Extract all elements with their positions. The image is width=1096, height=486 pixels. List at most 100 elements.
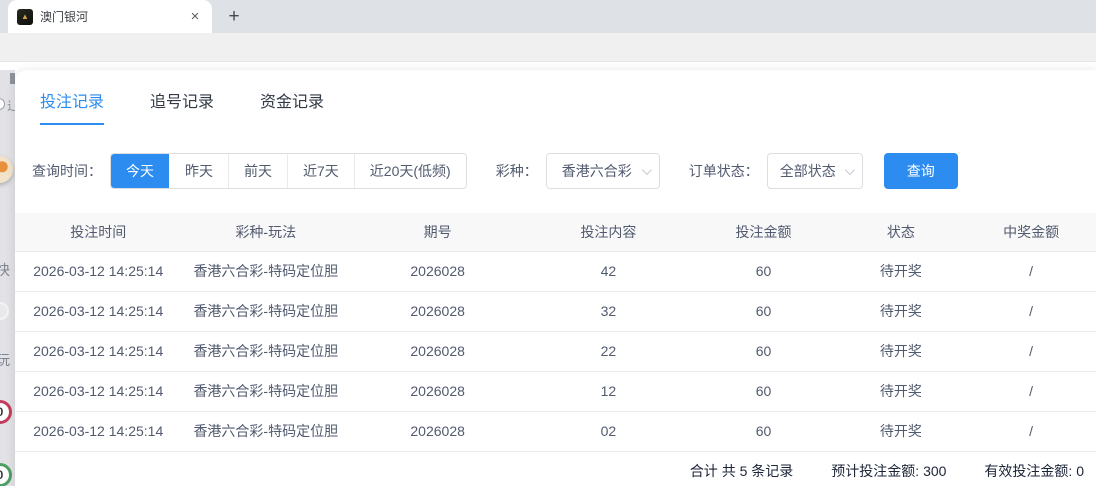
status-select-value: 全部状态	[780, 161, 836, 181]
cell-bet-content: 22	[525, 331, 691, 371]
cell-bet-amount: 60	[692, 411, 836, 451]
tab-close-icon[interactable]: ×	[186, 8, 204, 26]
cell-bet-amount: 60	[692, 291, 836, 331]
table-row: 2026-03-12 14:25:14香港六合彩-特码定位胆2026028226…	[15, 331, 1096, 371]
bet-records-table: 投注时间彩种-玩法期号投注内容投注金额状态中奖金额 2026-03-12 14:…	[15, 213, 1096, 452]
cell-lottery-play: 香港六合彩-特码定位胆	[181, 251, 350, 291]
browser-tab[interactable]: ▲ 澳门银河 ×	[8, 0, 212, 33]
time-option-yesterday[interactable]: 昨天	[169, 154, 228, 188]
ball-number: 0	[0, 405, 3, 419]
filter-bar: 查询时间： 今天昨天前天近7天近20天(低频) 彩种： 香港六合彩 订单状态： …	[15, 153, 1096, 189]
tab-chase-records[interactable]: 追号记录	[150, 88, 214, 125]
summary-bar: 合计 共 5 条记录 预计投注金额: 300 有效投注金额: 0	[15, 452, 1096, 486]
background-page-edge: 辶 快 玩 0 0	[0, 70, 15, 486]
tab-betting-records[interactable]: 投注记录	[40, 88, 104, 125]
time-option-today[interactable]: 今天	[111, 154, 169, 188]
records-panel: 投注记录 追号记录 资金记录 查询时间： 今天昨天前天近7天近20天(低频) 彩种：…	[15, 70, 1096, 486]
cell-bet-time: 2026-03-12 14:25:14	[15, 331, 181, 371]
summary-valid-amount: 有效投注金额: 0	[984, 461, 1084, 481]
cell-bet-time: 2026-03-12 14:25:14	[15, 411, 181, 451]
chevron-down-icon	[642, 165, 652, 175]
column-header-bet-content: 投注内容	[525, 213, 691, 251]
page-background: 辶 快 玩 0 0 投注记录 追号记录 资金记录 查询时间： 今天昨天前天近7天近2…	[0, 62, 1096, 486]
column-header-win-amount: 中奖金额	[966, 213, 1096, 251]
time-option-day-before[interactable]: 前天	[228, 154, 287, 188]
ball-number: 0	[0, 468, 3, 482]
table-row: 2026-03-12 14:25:14香港六合彩-特码定位胆2026028426…	[15, 251, 1096, 291]
cell-bet-content: 12	[525, 371, 691, 411]
lottery-filter-label: 彩种：	[496, 161, 538, 181]
summary-expected-amount: 预计投注金额: 300	[831, 461, 946, 481]
tab-funds-records[interactable]: 资金记录	[260, 88, 324, 125]
cell-issue-number: 2026028	[350, 251, 525, 291]
cell-win-amount: /	[966, 331, 1096, 371]
cell-bet-amount: 60	[692, 251, 836, 291]
browser-toolbar-strip	[0, 33, 1096, 62]
time-filter-group: 今天昨天前天近7天近20天(低频)	[110, 153, 467, 189]
cell-lottery-play: 香港六合彩-特码定位胆	[181, 411, 350, 451]
new-tab-button[interactable]: +	[222, 5, 246, 29]
background-circle-icon	[0, 98, 5, 110]
status-filter-label: 订单状态：	[689, 161, 759, 181]
lottery-select-value: 香港六合彩	[562, 161, 632, 181]
browser-window: ▲ 澳门银河 × + 辶 快 玩 0 0 投注记录 追号记录 资金记录 查询时间： …	[0, 0, 1096, 486]
background-lottery-ball-red: 0	[0, 400, 12, 424]
browser-tab-bar: ▲ 澳门银河 × +	[0, 0, 1096, 33]
cell-status: 待开奖	[835, 291, 966, 331]
cell-status: 待开奖	[835, 411, 966, 451]
query-button[interactable]: 查询	[884, 153, 958, 189]
time-option-last-20-days[interactable]: 近20天(低频)	[354, 154, 466, 188]
cell-win-amount: /	[966, 371, 1096, 411]
site-favicon-icon: ▲	[17, 9, 33, 25]
summary-expected-value: 300	[923, 463, 946, 479]
cell-status: 待开奖	[835, 331, 966, 371]
cell-issue-number: 2026028	[350, 411, 525, 451]
time-filter-label: 查询时间：	[32, 161, 102, 181]
cell-issue-number: 2026028	[350, 331, 525, 371]
chevron-down-icon	[845, 165, 855, 175]
table-row: 2026-03-12 14:25:14香港六合彩-特码定位胆2026028026…	[15, 411, 1096, 451]
cell-win-amount: /	[966, 411, 1096, 451]
cell-bet-content: 42	[525, 251, 691, 291]
cell-bet-amount: 60	[692, 371, 836, 411]
cell-lottery-play: 香港六合彩-特码定位胆	[181, 291, 350, 331]
cell-bet-time: 2026-03-12 14:25:14	[15, 291, 181, 331]
background-text-fragment: 辶	[7, 97, 15, 114]
background-avatar-fragment	[0, 156, 13, 183]
column-header-issue-number: 期号	[350, 213, 525, 251]
cell-issue-number: 2026028	[350, 371, 525, 411]
cell-win-amount: /	[966, 251, 1096, 291]
summary-expected-label: 预计投注金额:	[831, 463, 919, 479]
background-lottery-ball-green: 0	[0, 463, 12, 486]
cell-win-amount: /	[966, 291, 1096, 331]
cell-bet-time: 2026-03-12 14:25:14	[15, 251, 181, 291]
cell-lottery-play: 香港六合彩-特码定位胆	[181, 331, 350, 371]
cell-bet-time: 2026-03-12 14:25:14	[15, 371, 181, 411]
summary-valid-label: 有效投注金额:	[984, 463, 1072, 479]
column-header-lottery-play: 彩种-玩法	[181, 213, 350, 251]
column-header-bet-time: 投注时间	[15, 213, 181, 251]
records-tabs: 投注记录 追号记录 资金记录	[15, 70, 1096, 125]
cell-bet-content: 02	[525, 411, 691, 451]
background-text-fragment: 快	[0, 260, 10, 280]
triangle-logo-icon: ▲	[21, 13, 29, 21]
summary-total: 合计 共 5 条记录	[690, 461, 793, 481]
column-header-status: 状态	[835, 213, 966, 251]
table-row: 2026-03-12 14:25:14香港六合彩-特码定位胆2026028326…	[15, 291, 1096, 331]
status-select[interactable]: 全部状态	[767, 153, 863, 189]
cell-issue-number: 2026028	[350, 291, 525, 331]
time-option-last-7-days[interactable]: 近7天	[287, 154, 354, 188]
table-row: 2026-03-12 14:25:14香港六合彩-特码定位胆2026028126…	[15, 371, 1096, 411]
table-header-row: 投注时间彩种-玩法期号投注内容投注金额状态中奖金额	[15, 213, 1096, 251]
browser-tab-title: 澳门银河	[40, 8, 186, 25]
cell-bet-content: 32	[525, 291, 691, 331]
summary-valid-value: 0	[1076, 463, 1084, 479]
column-header-bet-amount: 投注金额	[692, 213, 836, 251]
cell-lottery-play: 香港六合彩-特码定位胆	[181, 371, 350, 411]
cell-bet-amount: 60	[692, 331, 836, 371]
lottery-select[interactable]: 香港六合彩	[546, 153, 660, 189]
cell-status: 待开奖	[835, 251, 966, 291]
background-circle-icon	[0, 302, 9, 320]
background-text-fragment: 玩	[0, 350, 10, 370]
cell-status: 待开奖	[835, 371, 966, 411]
